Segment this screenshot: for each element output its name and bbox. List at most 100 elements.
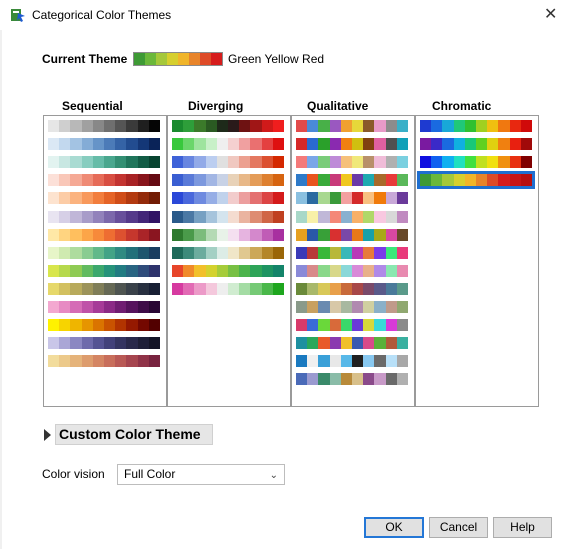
theme-row[interactable] — [171, 246, 285, 260]
swatch-color — [115, 355, 127, 368]
swatch-color — [70, 337, 82, 350]
swatch-color — [520, 156, 533, 169]
swatch-color — [329, 210, 341, 223]
chevron-down-icon: ⌄ — [269, 470, 278, 481]
swatch-color — [396, 210, 409, 223]
theme-row[interactable] — [171, 137, 285, 151]
swatch-color — [92, 319, 105, 332]
theme-row[interactable] — [419, 119, 533, 133]
theme-row[interactable] — [47, 210, 161, 224]
theme-row[interactable] — [419, 155, 533, 169]
theme-row[interactable] — [47, 300, 161, 314]
swatch-color — [183, 138, 195, 151]
theme-row[interactable] — [295, 372, 409, 386]
swatch-color — [183, 228, 195, 241]
help-button[interactable]: Help — [493, 517, 552, 538]
theme-row[interactable] — [295, 173, 409, 187]
theme-row[interactable] — [47, 119, 161, 133]
theme-row[interactable] — [47, 137, 161, 151]
chromatic-theme-list[interactable] — [415, 115, 539, 407]
swatch-color — [148, 264, 161, 277]
swatch-color — [239, 210, 251, 223]
swatch-color — [126, 120, 138, 132]
theme-row[interactable] — [171, 191, 285, 205]
swatch-color — [59, 192, 71, 205]
theme-row[interactable] — [417, 171, 535, 190]
swatch-color — [239, 246, 251, 259]
swatch-color — [148, 156, 161, 169]
theme-row[interactable] — [47, 264, 161, 278]
color-vision-select[interactable]: Full Color ⌄ — [117, 464, 285, 485]
theme-row[interactable] — [171, 282, 285, 296]
theme-row[interactable] — [47, 173, 161, 187]
swatch-color — [92, 192, 105, 205]
diverging-theme-list[interactable] — [167, 115, 291, 407]
theme-row[interactable] — [171, 228, 285, 242]
swatch-color — [137, 228, 149, 241]
swatch-color — [385, 174, 397, 187]
swatch-color — [374, 192, 386, 205]
swatch-color — [48, 120, 60, 132]
theme-row[interactable] — [47, 282, 161, 296]
swatch-color — [374, 355, 386, 368]
sequential-theme-list[interactable] — [43, 115, 167, 407]
swatch-color — [329, 120, 341, 132]
theme-row[interactable] — [295, 318, 409, 332]
expand-triangle-icon[interactable] — [44, 429, 51, 441]
ok-button[interactable]: OK — [364, 517, 424, 538]
theme-row[interactable] — [171, 210, 285, 224]
theme-row[interactable] — [171, 155, 285, 169]
theme-row[interactable] — [171, 173, 285, 187]
theme-row[interactable] — [295, 210, 409, 224]
theme-row[interactable] — [295, 246, 409, 260]
theme-row[interactable] — [47, 228, 161, 242]
theme-row[interactable] — [47, 155, 161, 169]
swatch-color — [239, 192, 251, 205]
theme-row[interactable] — [295, 228, 409, 242]
theme-row[interactable] — [171, 119, 285, 133]
close-icon[interactable]: ✕ — [544, 7, 557, 23]
theme-row[interactable] — [47, 336, 161, 350]
theme-row[interactable] — [295, 336, 409, 350]
swatch-color — [205, 246, 217, 259]
qualitative-theme-list[interactable] — [291, 115, 415, 407]
swatch-color — [228, 138, 240, 151]
swatch-color — [115, 210, 127, 223]
swatch-color — [104, 156, 116, 169]
swatch-color — [137, 120, 149, 132]
theme-row[interactable] — [295, 264, 409, 278]
column-header-diverging: Diverging — [188, 99, 244, 113]
theme-row[interactable] — [47, 354, 161, 368]
swatch-color — [48, 264, 60, 277]
swatch-color — [104, 301, 116, 313]
swatch-color — [363, 264, 375, 277]
theme-row[interactable] — [295, 354, 409, 368]
theme-row[interactable] — [295, 282, 409, 296]
theme-row[interactable] — [47, 191, 161, 205]
theme-row[interactable] — [295, 191, 409, 205]
swatch-color — [59, 355, 71, 368]
swatch-color — [92, 264, 105, 277]
swatch-color — [126, 282, 138, 295]
swatch-color — [385, 192, 397, 205]
cancel-button[interactable]: Cancel — [429, 517, 488, 538]
swatch-color — [352, 246, 364, 259]
swatch-color — [194, 120, 206, 132]
theme-row[interactable] — [295, 119, 409, 133]
custom-color-theme-button[interactable]: Custom Color Theme — [55, 424, 213, 445]
swatch-color — [340, 319, 353, 332]
theme-row[interactable] — [47, 246, 161, 260]
swatch-color — [307, 319, 319, 332]
swatch-color — [442, 174, 454, 187]
swatch-color — [92, 120, 105, 132]
theme-row[interactable] — [419, 137, 533, 151]
swatch-color — [272, 264, 285, 277]
theme-row[interactable] — [295, 137, 409, 151]
swatch-color — [48, 337, 60, 350]
swatch-color — [385, 337, 397, 350]
swatch-color — [352, 120, 364, 132]
theme-row[interactable] — [171, 264, 285, 278]
theme-row[interactable] — [295, 155, 409, 169]
theme-row[interactable] — [47, 318, 161, 332]
theme-row[interactable] — [295, 300, 409, 314]
